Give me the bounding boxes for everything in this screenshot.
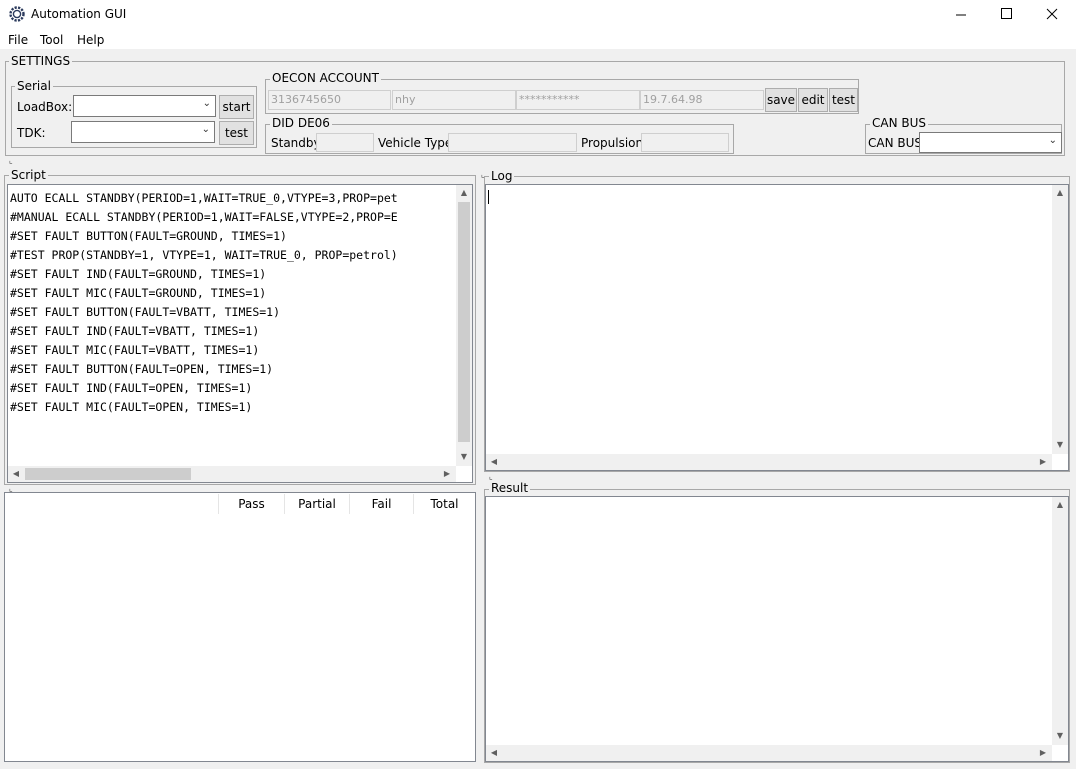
script-line[interactable]: #SET FAULT MIC(FAULT=GROUND, TIMES=1) [10, 284, 456, 303]
summary-table[interactable]: Pass Partial Fail Total [4, 492, 476, 762]
account-name-field[interactable]: nhy [392, 90, 516, 110]
script-horizontal-scrollbar[interactable]: ◀ ▶ [8, 466, 456, 482]
column-header-total[interactable]: Total [413, 494, 475, 514]
close-button[interactable] [1030, 0, 1076, 30]
serial-title: Serial [15, 79, 53, 93]
result-title: Result [489, 481, 531, 495]
account-id-field[interactable]: 3136745650 [268, 90, 391, 110]
gear-icon [9, 6, 25, 22]
loadbox-label: LoadBox: [17, 100, 73, 114]
edit-button[interactable]: edit [798, 88, 828, 112]
can-bus-select[interactable]: ⌄ [919, 132, 1062, 153]
standby-label: Standby [271, 136, 321, 150]
menu-file[interactable]: File [8, 33, 28, 47]
scroll-down-icon[interactable]: ▼ [456, 449, 472, 465]
script-text[interactable]: AUTO ECALL STANDBY(PERIOD=1,WAIT=TRUE_0,… [10, 189, 456, 417]
oecon-test-button[interactable]: test [829, 88, 858, 112]
log-textbox[interactable]: ▲ ▼ ◀ ▶ [485, 184, 1069, 471]
serial-test-button[interactable]: test [219, 121, 254, 145]
start-button[interactable]: start [219, 95, 254, 119]
script-vertical-scrollbar[interactable]: ▲ ▼ [456, 185, 472, 466]
scroll-thumb[interactable] [25, 468, 191, 480]
script-line[interactable]: #SET FAULT IND(FAULT=GROUND, TIMES=1) [10, 265, 456, 284]
window-title: Automation GUI [31, 7, 127, 21]
scroll-right-icon[interactable]: ▶ [1035, 454, 1051, 470]
log-horizontal-scrollbar[interactable]: ◀ ▶ [486, 454, 1052, 470]
result-horizontal-scrollbar[interactable]: ◀ ▶ [486, 745, 1052, 761]
close-icon [1046, 8, 1058, 20]
script-line[interactable]: #SET FAULT BUTTON(FAULT=OPEN, TIMES=1) [10, 360, 456, 379]
title-bar [0, 0, 1076, 30]
column-header-pass[interactable]: Pass [218, 494, 284, 514]
chevron-down-icon: ⌄ [202, 98, 211, 109]
propulsion-field [641, 133, 729, 152]
splitter-grip-icon[interactable]: ⌞ [489, 472, 493, 481]
tdk-label: TDK: [17, 126, 46, 140]
scroll-right-icon[interactable]: ▶ [1035, 745, 1051, 761]
chevron-down-icon: ⌄ [201, 124, 210, 135]
oecon-account-title: OECON ACCOUNT [270, 71, 381, 85]
script-line[interactable]: #SET FAULT IND(FAULT=OPEN, TIMES=1) [10, 379, 456, 398]
result-textbox[interactable]: ▲ ▼ ◀ ▶ [485, 496, 1069, 762]
settings-title: SETTINGS [9, 54, 73, 68]
scroll-left-icon[interactable]: ◀ [8, 466, 24, 482]
log-vertical-scrollbar[interactable]: ▲ ▼ [1052, 185, 1068, 454]
did-title: DID DE06 [270, 116, 332, 130]
scroll-left-icon[interactable]: ◀ [486, 454, 502, 470]
script-line[interactable]: #TEST PROP(STANDBY=1, VTYPE=1, WAIT=TRUE… [10, 246, 456, 265]
scroll-down-icon[interactable]: ▼ [1052, 437, 1068, 453]
minimize-icon [956, 14, 966, 16]
script-line[interactable]: #SET FAULT IND(FAULT=VBATT, TIMES=1) [10, 322, 456, 341]
vehicle-type-field [448, 133, 577, 152]
scroll-down-icon[interactable]: ▼ [1052, 728, 1068, 744]
splitter-grip-icon[interactable]: ⌞ [9, 156, 13, 165]
standby-field [316, 133, 374, 152]
loadbox-select[interactable]: ⌄ [73, 95, 216, 117]
menu-bar [0, 30, 1076, 49]
scroll-left-icon[interactable]: ◀ [486, 745, 502, 761]
tdk-select[interactable]: ⌄ [71, 121, 215, 143]
script-line[interactable]: #SET FAULT MIC(FAULT=OPEN, TIMES=1) [10, 398, 456, 417]
maximize-button[interactable] [984, 0, 1030, 30]
script-line[interactable]: #SET FAULT BUTTON(FAULT=GROUND, TIMES=1) [10, 227, 456, 246]
menu-tool[interactable]: Tool [40, 33, 63, 47]
script-line[interactable]: #SET FAULT BUTTON(FAULT=VBATT, TIMES=1) [10, 303, 456, 322]
save-button[interactable]: save [765, 88, 797, 112]
column-header-partial[interactable]: Partial [284, 494, 349, 514]
result-vertical-scrollbar[interactable]: ▲ ▼ [1052, 497, 1068, 745]
script-line[interactable]: #SET FAULT MIC(FAULT=VBATT, TIMES=1) [10, 341, 456, 360]
menu-help[interactable]: Help [77, 33, 104, 47]
scroll-up-icon[interactable]: ▲ [1052, 185, 1068, 201]
scroll-up-icon[interactable]: ▲ [456, 185, 472, 201]
script-editor[interactable]: AUTO ECALL STANDBY(PERIOD=1,WAIT=TRUE_0,… [7, 184, 473, 483]
scroll-thumb[interactable] [458, 202, 470, 442]
chevron-down-icon: ⌄ [1048, 135, 1057, 146]
log-title: Log [489, 169, 515, 183]
script-line[interactable]: AUTO ECALL STANDBY(PERIOD=1,WAIT=TRUE_0,… [10, 189, 456, 208]
script-line[interactable]: #MANUAL ECALL STANDBY(PERIOD=1,WAIT=FALS… [10, 208, 456, 227]
account-password-field[interactable]: *********** [516, 90, 640, 110]
can-bus-title: CAN BUS [870, 116, 929, 130]
can-bus-label: CAN BUS [868, 136, 923, 150]
column-header-fail[interactable]: Fail [349, 494, 413, 514]
scroll-up-icon[interactable]: ▲ [1052, 497, 1068, 513]
account-ip-field[interactable]: 19.7.64.98 [640, 90, 764, 110]
maximize-icon [1001, 8, 1012, 19]
script-title: Script [9, 168, 48, 182]
vehicle-type-label: Vehicle Type [378, 136, 453, 150]
text-cursor [488, 190, 489, 204]
propulsion-label: Propulsion [581, 136, 644, 150]
minimize-button[interactable] [938, 0, 984, 30]
scroll-right-icon[interactable]: ▶ [439, 466, 455, 482]
